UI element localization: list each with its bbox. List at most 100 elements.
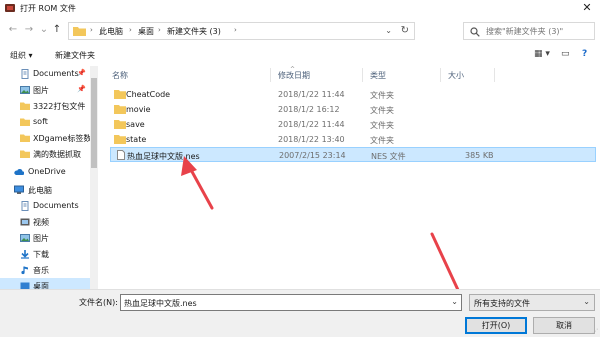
cancel-button[interactable]: 取消 [533,317,595,334]
breadcrumb-separator: › [158,26,161,34]
close-button[interactable]: ✕ [576,0,598,16]
organize-button[interactable]: 组织 ▾ [10,50,33,61]
computer-icon [14,185,24,194]
command-bar: 组织 ▾ 新建文件夹 ▦ ▾ ▭ ? [0,45,600,65]
sidebar-scrollbar[interactable] [90,66,98,289]
sidebar-item-label: soft [33,117,48,126]
new-folder-button[interactable]: 新建文件夹 [55,50,95,61]
filename-field[interactable]: ⌄ [120,294,462,311]
sidebar-item-documents-pinned[interactable]: Documents 📌 [0,66,90,82]
sidebar-item-pictures[interactable]: 图片 [0,230,90,246]
column-divider[interactable] [494,68,495,82]
sidebar-item-label: 下载 [33,250,49,259]
pin-icon: 📌 [77,69,86,77]
file-type-filter[interactable]: 所有支持的文件 ⌄ [469,294,595,311]
column-header-date[interactable]: 修改日期 [278,70,310,81]
file-type-filter-label: 所有支持的文件 [474,299,530,308]
desktop-icon [20,282,30,289]
file-row-selected[interactable]: 热血足球中文版.nes 2007/2/15 23:14 NES 文件 385 K… [110,147,596,162]
file-row-folder[interactable]: CheatCode 2018/1/22 11:44 文件夹 [110,87,596,102]
column-header-type[interactable]: 类型 [370,70,386,81]
sidebar-item-music[interactable]: 音乐 [0,262,90,278]
breadcrumb-separator: › [90,26,93,34]
file-row-folder[interactable]: movie 2018/1/2 16:12 文件夹 [110,102,596,117]
file-list: ^ 名称 修改日期 类型 大小 CheatCode 2018/1/22 11:4… [102,66,600,289]
videos-icon [20,218,30,226]
column-divider[interactable] [270,68,271,82]
chevron-down-icon[interactable]: ⌄ [451,297,458,306]
sidebar-item-folder[interactable]: XDgame标签数 [0,130,92,146]
sidebar-item-label: 桌面 [33,282,49,289]
breadcrumb-current-folder[interactable]: 新建文件夹 (3) [167,26,221,37]
pin-icon: 📌 [77,85,86,93]
column-divider[interactable] [440,68,441,82]
onedrive-icon [14,169,24,175]
file-icon [117,150,125,160]
help-icon[interactable]: ? [582,49,587,59]
breadcrumb-desktop[interactable]: 桌面 [138,26,154,37]
search-input[interactable] [486,25,592,38]
sidebar-item-label: 图片 [33,234,49,243]
folder-icon [20,118,30,126]
sidebar-item-label: 图片 [33,86,49,95]
folder-icon [114,105,126,114]
dialog-footer: 文件名(N): ⌄ 所有支持的文件 ⌄ 打开(O) 取消 ⋰ [0,289,600,337]
open-button[interactable]: 打开(O) [465,317,527,334]
sidebar-item-this-pc[interactable]: 此电脑 [0,182,90,198]
column-header-name[interactable]: 名称 [112,70,128,81]
sidebar-item-label: 视频 [33,218,49,227]
resize-grip-icon[interactable]: ⋰ [592,328,598,335]
sidebar-item-documents[interactable]: Documents [0,198,90,214]
folder-icon [114,90,126,99]
file-date: 2018/1/2 16:12 [278,105,340,114]
change-view-icon[interactable]: ▦ ▾ [534,49,550,59]
search-icon [470,27,480,37]
folder-icon [114,135,126,144]
breadcrumb-this-pc[interactable]: 此电脑 [99,26,123,37]
sidebar-item-folder[interactable]: soft [0,114,90,130]
sidebar-item-folder[interactable]: 满的数据抓取 [0,146,90,162]
sidebar-item-label: XDgame标签数 [33,134,92,143]
sidebar-item-label: 3322打包文件 [33,102,86,111]
pictures-icon [20,86,30,94]
sidebar-item-desktop[interactable]: 桌面 [0,278,90,289]
file-row-folder[interactable]: state 2018/1/22 13:40 文件夹 [110,132,596,147]
preview-pane-icon[interactable]: ▭ [561,49,570,59]
recent-locations-button[interactable]: ⌄ [37,22,51,38]
column-divider[interactable] [362,68,363,82]
folder-icon [20,102,30,110]
sidebar-item-onedrive[interactable]: OneDrive [0,164,90,180]
file-row-folder[interactable]: save 2018/1/22 11:44 文件夹 [110,117,596,132]
column-header-size[interactable]: 大小 [448,70,464,81]
file-type: NES 文件 [371,152,406,161]
folder-icon [114,120,126,129]
file-name: 热血足球中文版.nes [127,152,200,161]
file-size: 385 KB [465,151,494,160]
app-icon [5,4,15,12]
navigation-pane: Documents 📌 图片 📌 3322打包文件 soft XDgame标签数… [0,66,98,289]
forward-button[interactable]: → [22,22,36,38]
folder-icon [20,150,30,158]
folder-icon [20,134,30,142]
search-box[interactable] [463,22,595,40]
sidebar-item-label: 满的数据抓取 [33,150,81,159]
sidebar-item-videos[interactable]: 视频 [0,214,90,230]
breadcrumb-separator: › [129,26,132,34]
sidebar-item-downloads[interactable]: 下载 [0,246,90,262]
refresh-icon[interactable]: ↻ [401,25,409,36]
scrollbar-thumb[interactable] [91,78,97,168]
file-type: 文件夹 [370,121,394,130]
filename-input[interactable] [124,297,444,309]
sidebar-item-folder[interactable]: 3322打包文件 [0,98,90,114]
address-bar[interactable]: › 此电脑 › 桌面 › 新建文件夹 (3) › ⌄ ↻ [68,22,415,40]
sidebar-item-label: 音乐 [33,266,49,275]
file-type: 文件夹 [370,106,394,115]
sidebar-item-pictures-pinned[interactable]: 图片 📌 [0,82,90,98]
breadcrumb-separator: › [234,26,237,34]
back-button[interactable]: ← [6,22,20,38]
address-dropdown-icon[interactable]: ⌄ [385,26,392,35]
pictures-icon [20,234,30,242]
title-bar: 打开 ROM 文件 ✕ [0,0,600,16]
up-button[interactable]: ↑ [50,22,64,38]
documents-icon [21,69,29,79]
